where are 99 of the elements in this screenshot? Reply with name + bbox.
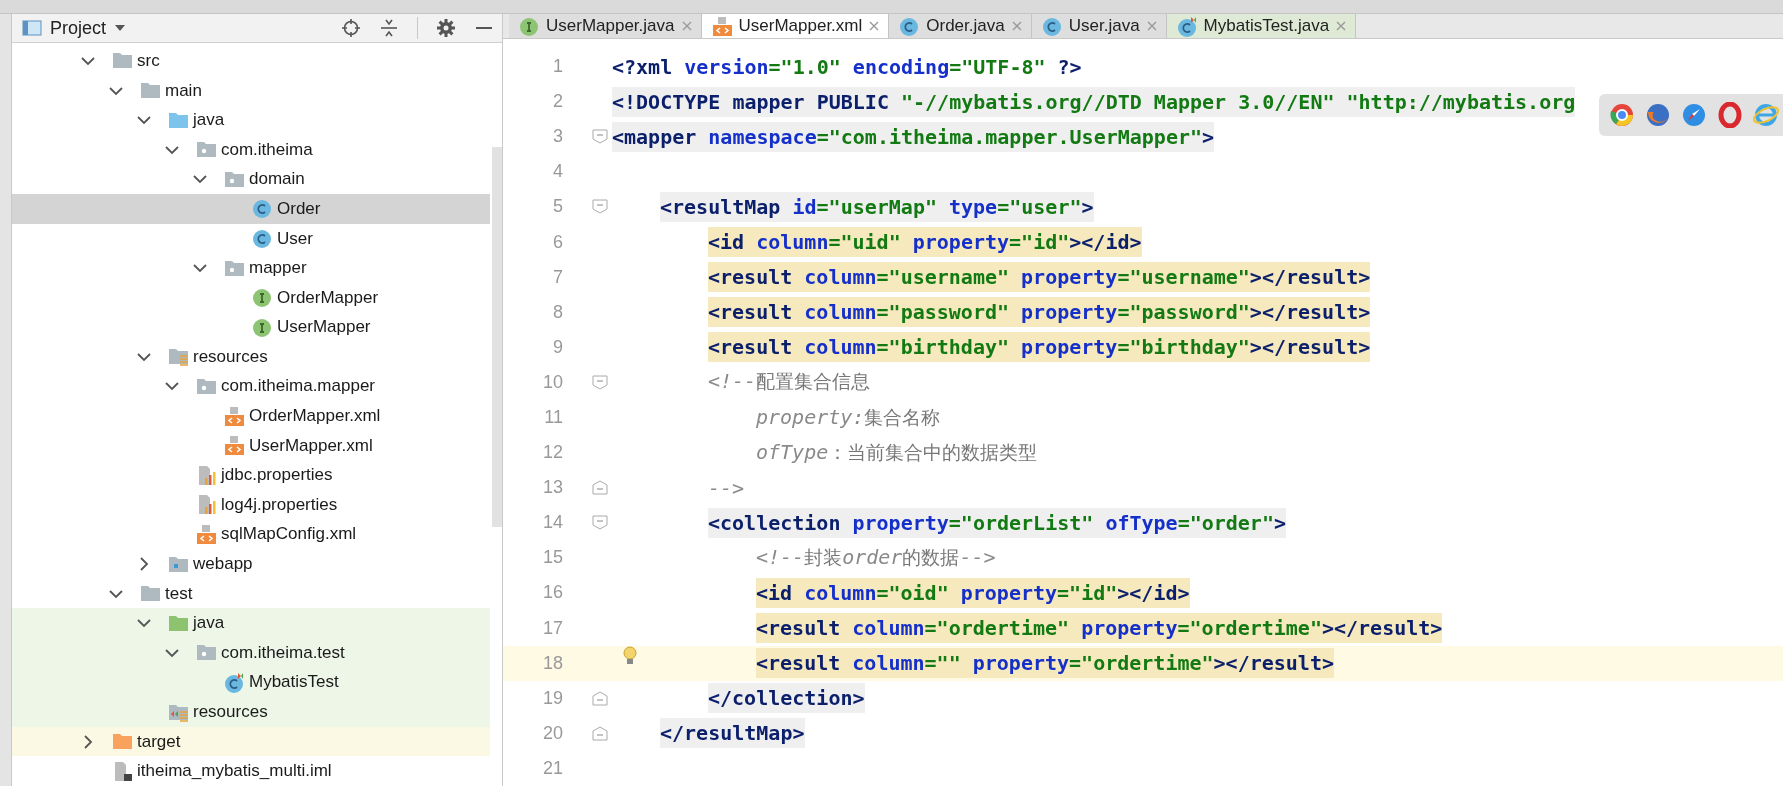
line-number: 11 (543, 407, 563, 428)
line-number: 15 (541, 547, 563, 569)
round-browser-icon[interactable] (1609, 102, 1635, 128)
settings-icon[interactable] (436, 18, 456, 39)
line-number: 4 (552, 161, 563, 183)
fold-marker-icon[interactable] (592, 374, 608, 390)
class-icon (252, 198, 273, 220)
close-icon[interactable] (680, 20, 693, 32)
close-icon[interactable] (1145, 20, 1158, 32)
line-number: 2 (552, 91, 563, 113)
tree-item[interactable]: resources (12, 342, 490, 372)
code-line: <!--封装order的数据--> (756, 543, 996, 571)
interface-icon (252, 316, 273, 338)
xml-file-icon (224, 435, 245, 457)
orbit-globe-icon[interactable] (1753, 102, 1779, 128)
editor-tab[interactable]: UserMapper.xml (701, 14, 890, 39)
tree-item[interactable]: resources (12, 697, 490, 727)
tree-item[interactable]: src (12, 46, 490, 76)
class-icon (1041, 15, 1063, 37)
code-line: <!--配置集合信息 (708, 368, 871, 396)
folder-icon (168, 346, 189, 368)
code-line: property:集合名称 (756, 403, 941, 431)
xml-file-icon (224, 405, 245, 427)
line-number: 12 (541, 442, 563, 464)
xml-file-icon (711, 15, 733, 37)
tree-item[interactable]: User (12, 223, 490, 254)
line-number: 14 (541, 512, 563, 534)
ring-icon[interactable] (1717, 102, 1743, 128)
line-number: 17 (541, 617, 563, 639)
code-line: --> (708, 474, 745, 502)
tree-item[interactable]: webapp (12, 549, 490, 579)
tree-item[interactable]: UserMapper (12, 312, 490, 343)
scrollbar[interactable] (492, 147, 502, 528)
editor-tab[interactable]: UserMapper.java (509, 14, 702, 39)
line-number: 18 (541, 652, 563, 674)
line-number: 16 (541, 582, 563, 604)
tree-item[interactable]: UserMapper.xml (12, 430, 490, 461)
locate-icon[interactable] (341, 18, 361, 39)
compass-icon[interactable] (1681, 102, 1707, 128)
module-file-icon (112, 760, 133, 782)
lightbulb-icon[interactable] (622, 646, 638, 666)
close-icon[interactable] (1335, 20, 1348, 32)
editor-tab[interactable]: User.java (1031, 14, 1167, 39)
line-number: 21 (541, 757, 563, 779)
tree-item[interactable]: com.itheima (12, 134, 490, 165)
tree-item[interactable]: Order (12, 194, 490, 224)
fold-end-marker-icon[interactable] (592, 480, 608, 496)
test-class-icon (1176, 15, 1198, 37)
fold-marker-icon[interactable] (592, 199, 608, 215)
tree-item[interactable]: test (12, 578, 490, 609)
class-icon (899, 15, 921, 37)
globe-fox-icon[interactable] (1645, 102, 1671, 128)
tree-item[interactable]: java (12, 105, 490, 135)
line-number: 19 (541, 687, 563, 709)
close-icon[interactable] (1010, 20, 1023, 32)
project-view-selector[interactable]: Project (22, 17, 127, 39)
line-number: 6 (552, 231, 563, 253)
xml-file-icon (196, 523, 217, 545)
tree-item[interactable]: sqlMapConfig.xml (12, 519, 490, 550)
tree-item[interactable]: OrderMapper (12, 282, 490, 313)
fold-end-marker-icon[interactable] (592, 690, 608, 706)
code-line: <?xml version="1.0" encoding="UTF-8" ?> (612, 53, 1082, 81)
tree-item[interactable]: domain (12, 164, 490, 195)
fold-end-marker-icon[interactable] (592, 725, 608, 741)
line-number: 1 (552, 56, 563, 78)
tree-item[interactable]: jdbc.properties (12, 460, 490, 491)
tree-item[interactable]: OrderMapper.xml (12, 401, 490, 431)
fold-marker-icon[interactable] (592, 129, 608, 145)
line-number: 9 (552, 336, 563, 358)
tree-item[interactable]: log4j.properties (12, 490, 490, 520)
editor-tab[interactable]: Order.java (889, 14, 1032, 39)
line-number: 3 (552, 126, 563, 148)
tree-item[interactable]: com.itheima.mapper (12, 371, 490, 402)
line-number: 8 (552, 301, 563, 323)
line-number: 10 (541, 371, 563, 393)
tree-item[interactable]: java (12, 608, 490, 639)
window-icon (22, 18, 42, 39)
interface-icon (252, 287, 273, 309)
line-number: 5 (552, 196, 563, 218)
close-icon[interactable] (868, 20, 881, 32)
fold-marker-icon[interactable] (592, 515, 608, 531)
test-class-icon (224, 671, 245, 693)
class-icon (252, 228, 273, 249)
tree-item[interactable]: target (12, 726, 490, 757)
tree-item[interactable]: com.itheima.test (12, 638, 490, 668)
tree-item[interactable]: main (12, 75, 490, 106)
properties-file-icon (196, 494, 217, 516)
line-number: 7 (552, 266, 563, 288)
tree-item[interactable]: mapper (12, 253, 490, 283)
tree-item[interactable]: itheima_mybatis_multi.iml (12, 756, 490, 786)
package-icon (196, 376, 217, 397)
code-line: ofType：当前集合中的数据类型 (756, 438, 1038, 466)
properties-file-icon (196, 464, 217, 486)
tree-item[interactable]: MybatisTest (12, 667, 490, 698)
line-number: 20 (541, 722, 563, 744)
collapse-all-icon[interactable] (379, 18, 399, 39)
interface-icon (519, 15, 540, 37)
editor-tab[interactable]: MybatisTest.java (1166, 14, 1357, 39)
line-number: 13 (541, 477, 563, 499)
